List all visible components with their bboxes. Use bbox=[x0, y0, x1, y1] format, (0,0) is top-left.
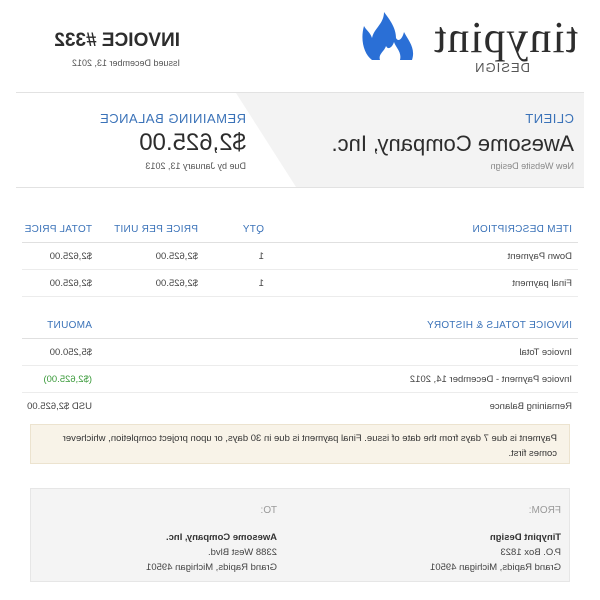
item-total-price: $2,625.00 bbox=[49, 278, 92, 289]
item-description: Final payment bbox=[512, 278, 572, 289]
from-label: FROM: bbox=[528, 505, 561, 516]
brand-sub: DESIGN bbox=[474, 60, 530, 75]
header-invoice-totals: INVOICE TOTALS & HISTORY bbox=[426, 320, 572, 331]
totals-amount: USD $2,625.00 bbox=[27, 401, 92, 412]
item-price-per-unit: $2,625.00 bbox=[155, 251, 198, 262]
invoice-header: tinypint DESIGN INVOICE #332 Issued Dece… bbox=[0, 0, 600, 92]
table-row: Final payment 1 $2,625.00 $2,625.00 bbox=[22, 270, 578, 297]
item-qty: 1 bbox=[258, 251, 264, 262]
client-name: Awesome Company, Inc. bbox=[331, 131, 574, 156]
totals-table: INVOICE TOTALS & HISTORY AMOUNT Invoice … bbox=[22, 312, 578, 419]
table-row: Down Payment 1 $2,625.00 $2,625.00 bbox=[22, 243, 578, 270]
table-row: Invoice Total $5,250.00 bbox=[22, 339, 578, 366]
item-price-per-unit: $2,625.00 bbox=[155, 278, 198, 289]
brand-logo: tinypint DESIGN bbox=[358, 10, 578, 80]
totals-label: Invoice Total bbox=[519, 347, 572, 358]
balance-due-date: Due by January 13, 2013 bbox=[145, 161, 246, 171]
balance-amount: $2,625.00 bbox=[139, 129, 246, 156]
client-project: New Website Design bbox=[490, 161, 574, 171]
table-row: Invoice Payment - December 14, 2012 ($2,… bbox=[22, 366, 578, 393]
payment-terms-note: Payment is due 7 days from the date of i… bbox=[30, 424, 570, 464]
summary-band: CLIENT Awesome Company, Inc. New Website… bbox=[16, 92, 584, 188]
to-name: Awesome Company, Inc. bbox=[165, 532, 277, 543]
header-total-price: TOTAL PRICE bbox=[24, 224, 92, 235]
client-label: CLIENT bbox=[524, 111, 574, 126]
issued-date: Issued December 13, 2012 bbox=[71, 58, 180, 68]
brand-name: tinypint bbox=[433, 13, 578, 62]
address-box: FROM: Tinypint Design P.O. Box 1823 Gran… bbox=[30, 488, 570, 582]
totals-amount-payment: ($2,625.00) bbox=[43, 374, 92, 385]
header-qty: QTY bbox=[242, 224, 264, 235]
from-name: Tinypint Design bbox=[489, 532, 561, 543]
item-description: Down Payment bbox=[507, 251, 572, 262]
items-table-header: ITEM DESCRIPTION QTY PRICE PER UNIT TOTA… bbox=[22, 216, 578, 243]
header-amount: AMOUNT bbox=[46, 320, 92, 331]
flame-icon bbox=[362, 12, 414, 60]
totals-amount: $5,250.00 bbox=[49, 347, 92, 358]
invoice-title: INVOICE #332 bbox=[54, 30, 180, 51]
invoice-page: tinypint DESIGN INVOICE #332 Issued Dece… bbox=[0, 0, 600, 600]
totals-label: Invoice Payment - December 14, 2012 bbox=[409, 374, 572, 385]
totals-label: Remaining Balance bbox=[489, 401, 572, 412]
from-line2: Grand Rapids, Michigan 49501 bbox=[430, 562, 561, 573]
balance-panel: REMAINING BALANCE $2,625.00 Due by Janua… bbox=[16, 93, 246, 187]
from-line1: P.O. Box 1823 bbox=[500, 547, 561, 558]
table-row: Remaining Balance USD $2,625.00 bbox=[22, 393, 578, 419]
to-line1: 2388 West Blvd. bbox=[207, 547, 277, 558]
header-price-per-unit: PRICE PER UNIT bbox=[113, 224, 198, 235]
from-address: FROM: Tinypint Design P.O. Box 1823 Gran… bbox=[430, 503, 561, 575]
header-item-description: ITEM DESCRIPTION bbox=[472, 224, 572, 235]
item-qty: 1 bbox=[258, 278, 264, 289]
balance-label: REMAINING BALANCE bbox=[99, 111, 246, 126]
to-line2: Grand Rapids, Michigan 49501 bbox=[146, 562, 277, 573]
to-label: TO: bbox=[260, 505, 277, 516]
items-table: ITEM DESCRIPTION QTY PRICE PER UNIT TOTA… bbox=[22, 216, 578, 297]
item-total-price: $2,625.00 bbox=[49, 251, 92, 262]
totals-table-header: INVOICE TOTALS & HISTORY AMOUNT bbox=[22, 312, 578, 339]
to-address: TO: Awesome Company, Inc. 2388 West Blvd… bbox=[146, 503, 277, 575]
